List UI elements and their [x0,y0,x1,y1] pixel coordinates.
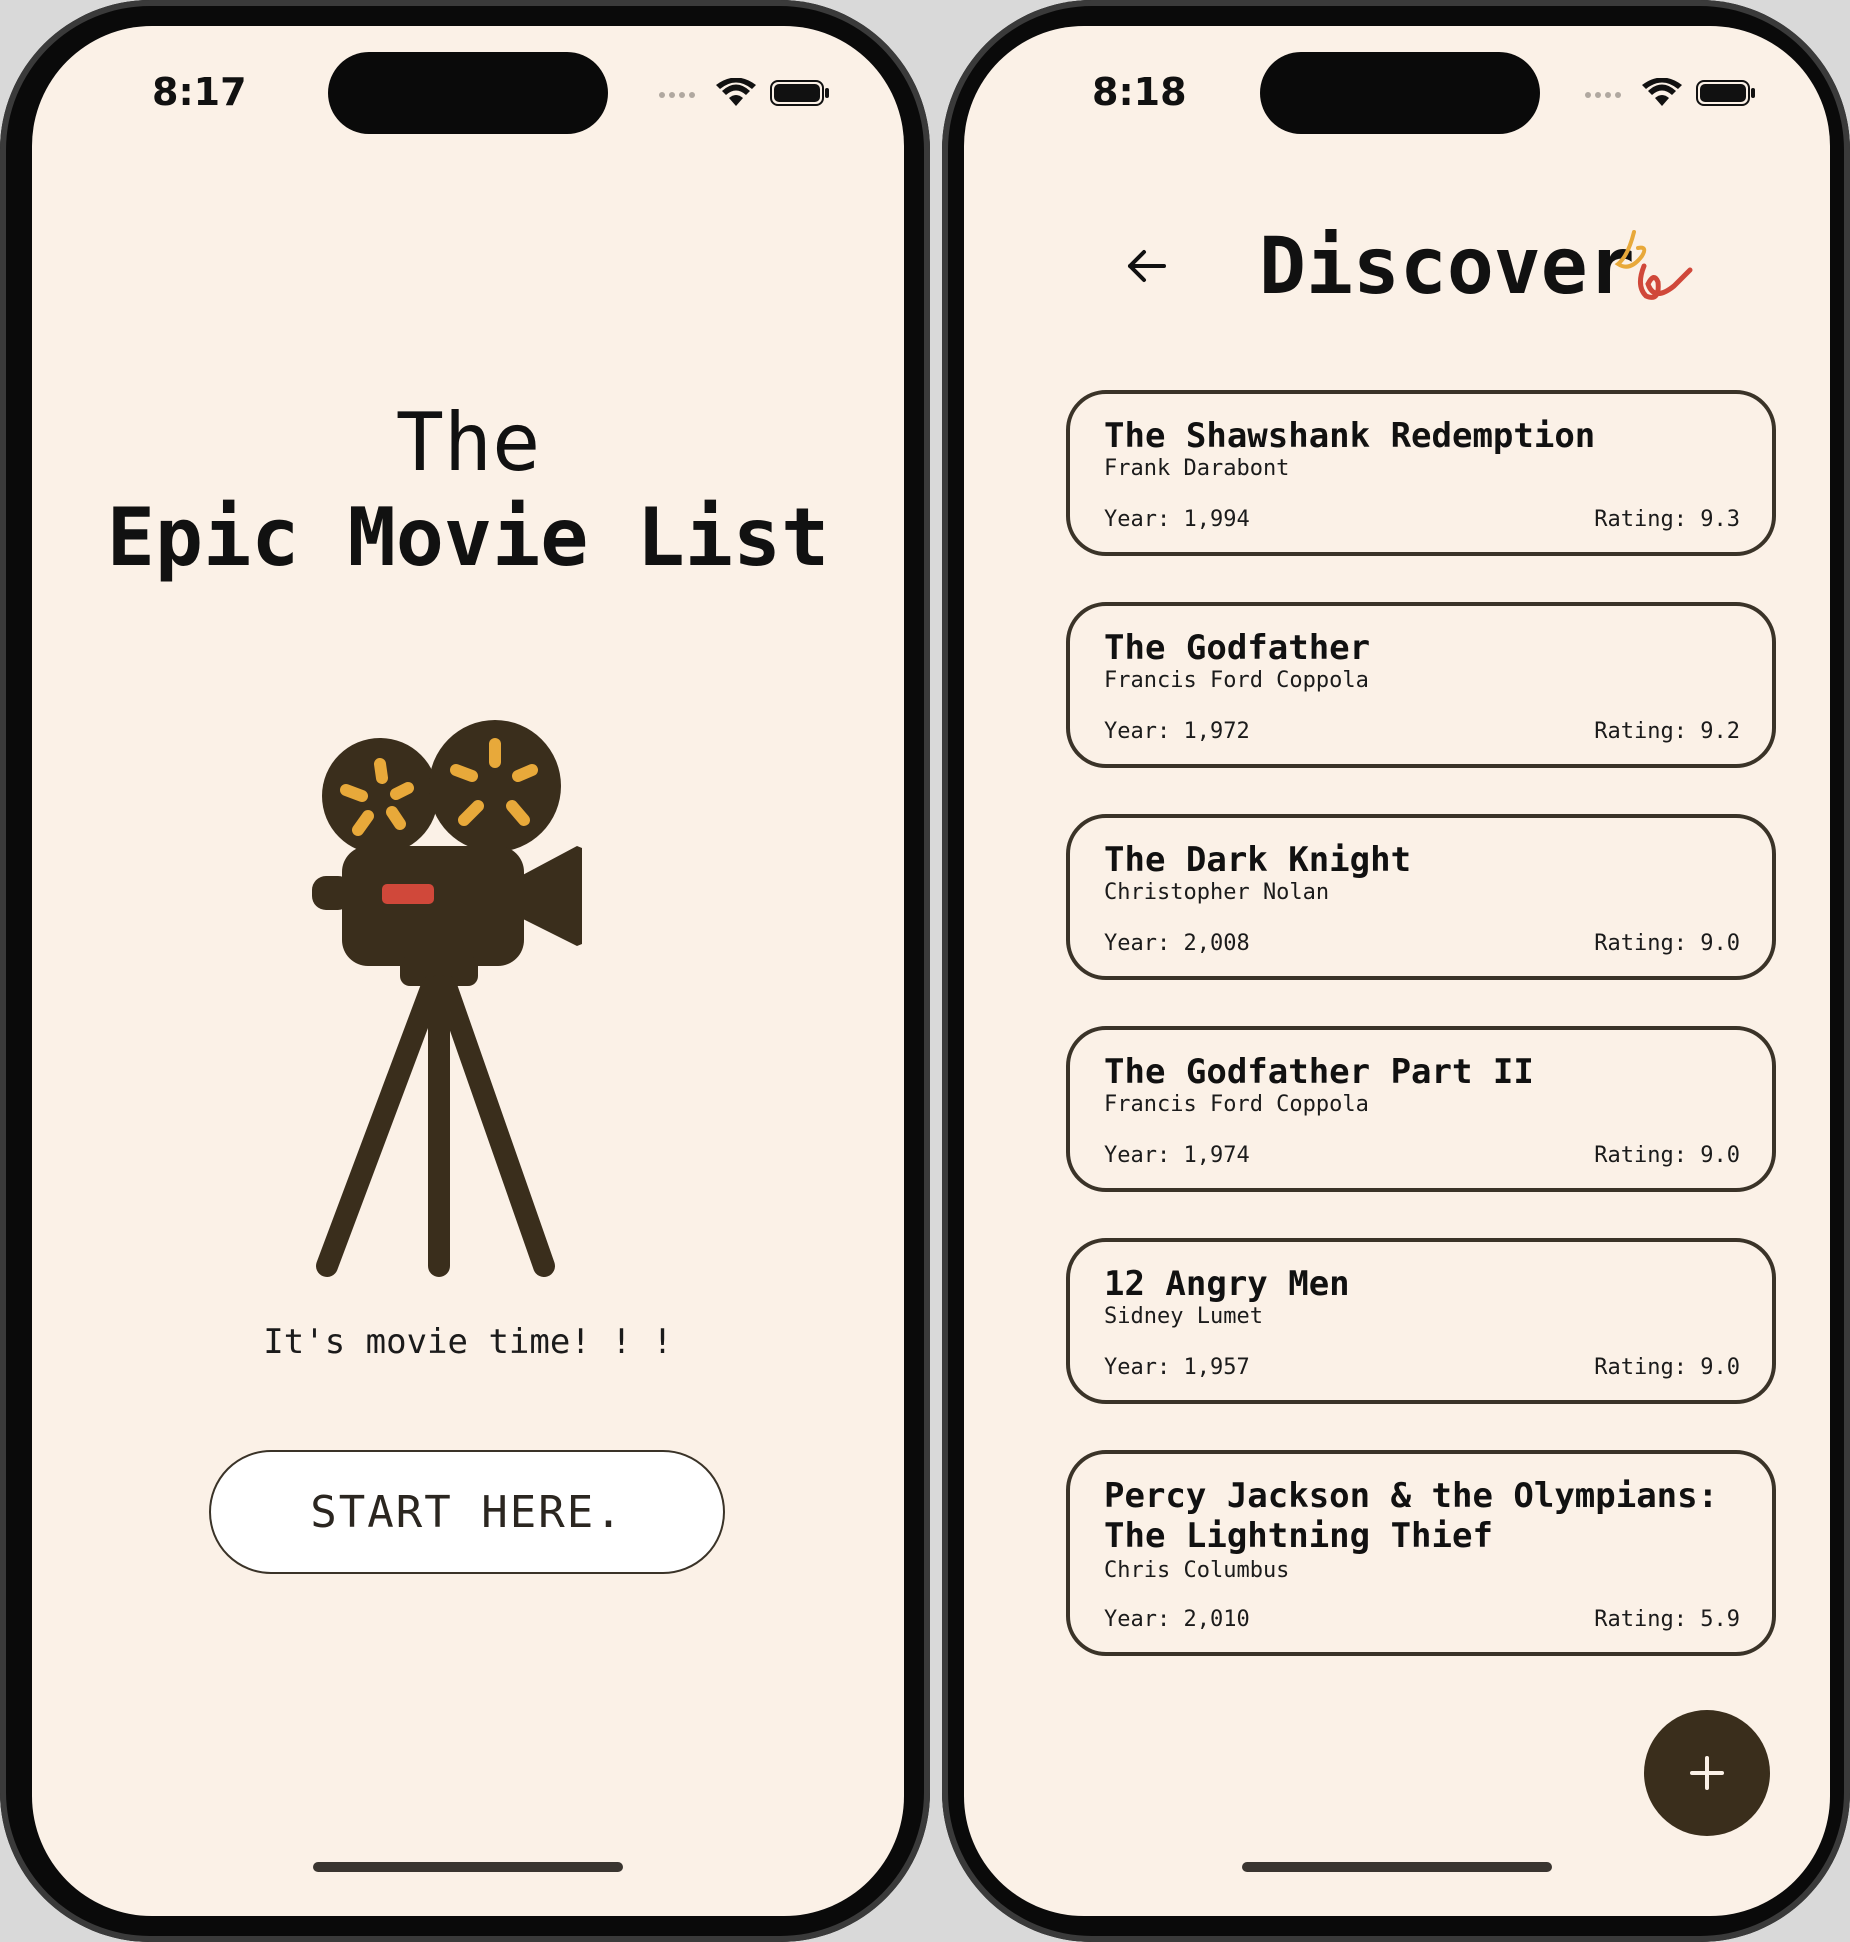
battery-icon [770,80,829,106]
movie-title: Percy Jackson & the Olympians: The Light… [1104,1476,1719,1556]
signal-icon [1585,92,1621,98]
plus-icon [1690,1756,1724,1790]
title-line-2: Epic Movie List [106,491,830,584]
movie-card[interactable]: The Godfather Part II Francis Ford Coppol… [1066,1026,1776,1192]
movie-rating: Rating: 9.3 [1594,507,1740,532]
discover-screen: 8:18 Discover The Shawshank Redemption F… [964,26,1830,1916]
movie-rating: Rating: 9.0 [1594,931,1740,956]
welcome-screen: 8:17 The Epic Movie List It's movie time… [32,26,904,1916]
movie-title: The Godfather [1104,628,1371,668]
movie-title: The Godfather Part II [1104,1052,1534,1092]
status-time: 8:17 [152,70,247,114]
movie-card[interactable]: The Shawshank Redemption Frank Darabont Ye… [1066,390,1776,556]
movie-director: Sidney Lumet [1104,1304,1263,1329]
dynamic-island [1260,52,1540,134]
add-movie-button[interactable] [1644,1710,1770,1836]
start-here-button[interactable]: START HERE. [209,1450,725,1574]
signal-icon [659,92,695,98]
left-phone: 8:17 The Epic Movie List It's movie time… [0,0,930,1942]
movie-rating: Rating: 9.0 [1594,1143,1740,1168]
film-reel-right-icon [429,720,561,852]
movie-card[interactable]: 12 Angry Men Sidney Lumet Year: 1,957 Ratin… [1066,1238,1776,1404]
movie-card[interactable]: The Dark Knight Christopher Nolan Year: 2,… [1066,814,1776,980]
status-icons [1584,78,1756,108]
movie-director: Francis Ford Coppola [1104,668,1369,693]
status-icons [658,78,830,108]
movie-title: The Dark Knight [1104,840,1412,880]
movie-rating: Rating: 5.9 [1594,1607,1740,1632]
battery-icon [1696,80,1755,106]
movie-year: Year: 1,972 [1104,719,1250,744]
movie-rating: Rating: 9.0 [1594,1355,1740,1380]
right-phone: 8:18 Discover The Shawshank Redemption F… [942,0,1850,1942]
movie-director: Frank Darabont [1104,456,1290,481]
squiggle-icon [1614,226,1694,320]
movie-rating: Rating: 9.2 [1594,719,1740,744]
title-line-1: The [395,396,541,489]
tagline: It's movie time! ! ! [263,1322,673,1362]
movie-director: Francis Ford Coppola [1104,1092,1369,1117]
home-indicator [1242,1862,1552,1872]
movie-director: Chris Columbus [1104,1558,1290,1583]
movie-director: Christopher Nolan [1104,880,1330,905]
movie-title: 12 Angry Men [1104,1264,1350,1304]
movie-camera-illustration [312,706,632,1310]
home-indicator [313,1862,623,1872]
page-title: Discover [1259,222,1635,312]
movie-year: Year: 1,957 [1104,1355,1250,1380]
dynamic-island [328,52,608,134]
movie-card[interactable]: Percy Jackson & the Olympians: The Light… [1066,1450,1776,1656]
wifi-icon [1642,78,1682,106]
movie-card[interactable]: The Godfather Francis Ford Coppola Year: 1… [1066,602,1776,768]
movie-year: Year: 1,994 [1104,507,1250,532]
film-reel-left-icon [322,738,438,854]
wifi-icon [716,78,756,106]
movie-title: The Shawshank Redemption [1104,416,1596,456]
movie-year: Year: 2,008 [1104,931,1250,956]
movie-year: Year: 1,974 [1104,1143,1250,1168]
movie-year: Year: 2,010 [1104,1607,1250,1632]
arrow-left-icon[interactable] [1124,248,1168,288]
status-time: 8:18 [1092,70,1187,114]
